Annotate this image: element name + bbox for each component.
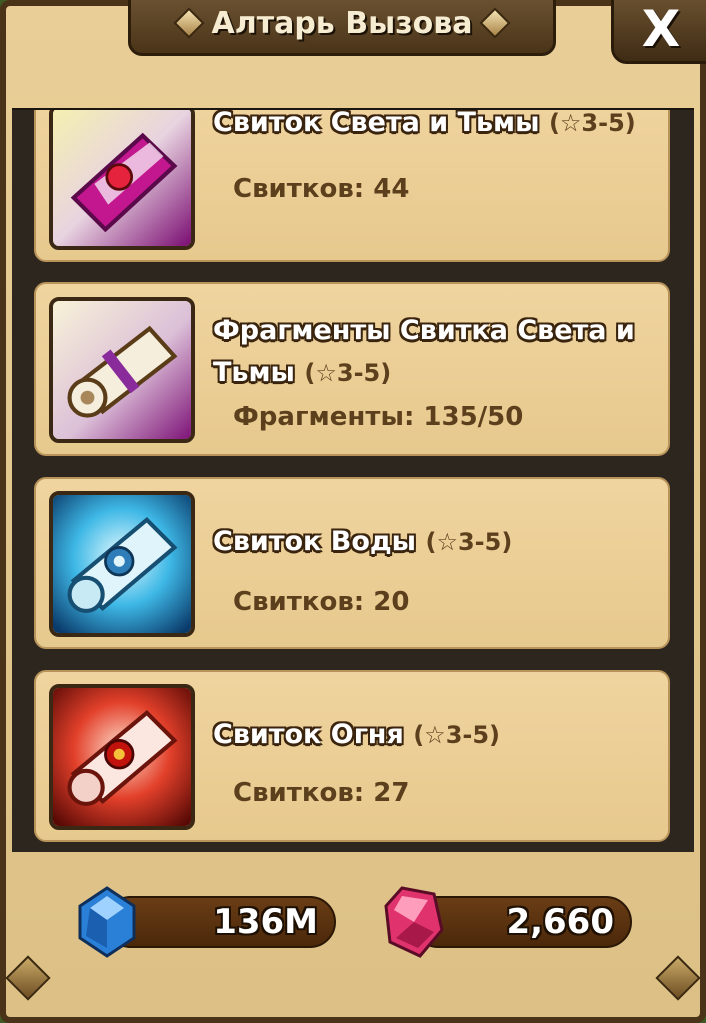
item-title-line-2: Тьмы (☆3-5) [213,357,392,388]
title-plate: Алтарь Вызова [128,0,556,56]
list-item-light-dark-scroll[interactable]: Свиток Света и Тьмы (☆3-5) Свитков: 44 [34,108,670,262]
item-title: Свиток Света и Тьмы (☆3-5) [213,108,636,138]
close-button[interactable]: X [611,0,706,64]
gems-counter[interactable]: 2,660 [412,896,632,948]
water-scroll-icon [49,491,195,637]
pink-gem-icon [384,886,444,958]
item-count: Свитков: 44 [233,174,410,204]
item-title: Свиток Огня (☆3-5) [213,719,501,750]
title-left-ornament [172,7,205,39]
light-dark-scroll-icon [49,110,195,250]
fire-scroll-icon [49,684,195,830]
list-item-fire-scroll[interactable]: Свиток Огня (☆3-5) Свитков: 27 [34,670,670,842]
scroll-list[interactable]: Свиток Света и Тьмы (☆3-5) Свитков: 44 Ф… [12,108,694,852]
light-dark-scroll-fragment-icon [49,297,195,443]
page-title: Алтарь Вызова [211,5,473,41]
list-item-water-scroll[interactable]: Свиток Воды (☆3-5) Свитков: 20 [34,477,670,649]
title-right-ornament [479,7,512,39]
crystals-counter[interactable]: 136M [104,896,336,948]
gems-value: 2,660 [506,902,614,942]
blue-crystal-icon [78,886,136,958]
item-count: Фрагменты: 135/50 [233,402,524,432]
resource-bar: 136M 2,660 [5,852,701,1001]
item-title-line-1: Фрагменты Свитка Света и [213,315,635,346]
item-title: Свиток Воды (☆3-5) [213,526,513,557]
crystals-value: 136M [213,902,318,942]
item-count: Свитков: 20 [233,587,410,617]
list-item-light-dark-fragment[interactable]: Фрагменты Свитка Света и Тьмы (☆3-5) Фра… [34,282,670,456]
close-icon: X [641,0,681,58]
item-count: Свитков: 27 [233,778,410,808]
